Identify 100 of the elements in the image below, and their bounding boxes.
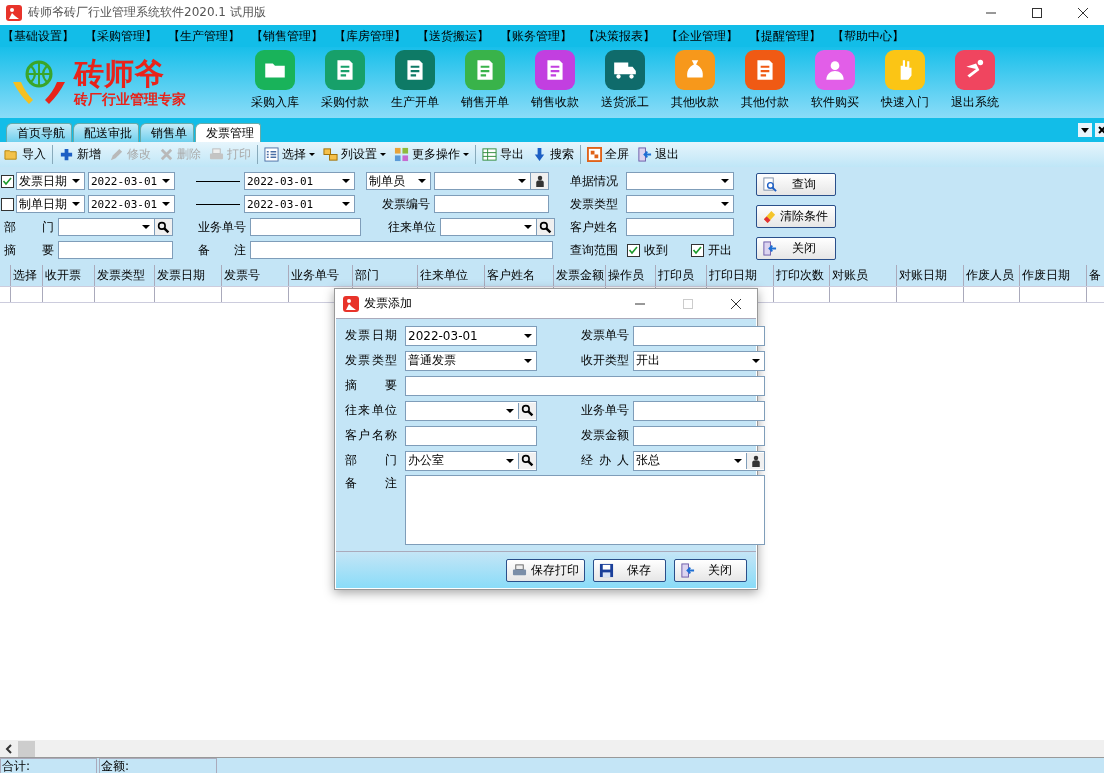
quick-action-button[interactable]: 其他收款 bbox=[660, 47, 730, 118]
tab[interactable]: 首页导航 bbox=[6, 123, 72, 142]
text-field[interactable] bbox=[405, 425, 537, 446]
checkbox[interactable] bbox=[691, 243, 704, 257]
toolbar-button[interactable]: 退出 bbox=[633, 146, 683, 163]
toolbar-button[interactable]: 新增 bbox=[55, 146, 105, 163]
action-button[interactable]: 查询 bbox=[756, 173, 836, 196]
invoice-number-field[interactable] bbox=[434, 195, 549, 213]
date-picker[interactable]: 2022-03-01 bbox=[244, 195, 355, 213]
column-header[interactable]: 选择 bbox=[11, 265, 43, 286]
column-header[interactable]: 发票日期 bbox=[155, 265, 222, 286]
column-header[interactable]: 发票类型 bbox=[95, 265, 155, 286]
menu-item[interactable]: 【送货搬运】 bbox=[417, 27, 489, 45]
date-picker[interactable]: 2022-03-01 bbox=[88, 195, 175, 213]
toolbar-button[interactable]: 选择 bbox=[260, 146, 319, 163]
toolbar-button[interactable]: 列设置 bbox=[319, 146, 390, 163]
maximize-icon[interactable] bbox=[1032, 7, 1042, 18]
menu-item[interactable]: 【决策报表】 bbox=[583, 27, 655, 45]
column-header[interactable]: 客户姓名 bbox=[485, 265, 554, 286]
column-header[interactable]: 对账员 bbox=[830, 265, 897, 286]
dropdown-arrow-icon[interactable] bbox=[721, 179, 729, 183]
column-header[interactable]: 发票号 bbox=[222, 265, 289, 286]
menu-item[interactable]: 【生产管理】 bbox=[168, 27, 240, 45]
dropdown-arrow-icon[interactable] bbox=[524, 358, 532, 363]
column-header[interactable]: 打印次数 bbox=[774, 265, 830, 286]
dropdown-arrow-icon[interactable] bbox=[506, 458, 514, 463]
dropdown-arrow-icon[interactable] bbox=[721, 202, 729, 206]
menu-item[interactable]: 【提醒管理】 bbox=[749, 27, 821, 45]
menu-item[interactable]: 【采购管理】 bbox=[85, 27, 157, 45]
column-header[interactable]: 备 bbox=[1087, 265, 1104, 286]
quick-action-button[interactable]: 软件购买 bbox=[800, 47, 870, 118]
text-field[interactable] bbox=[633, 325, 765, 346]
toolbar-button[interactable]: 导入 bbox=[0, 146, 50, 163]
column-header[interactable]: 收开票 bbox=[43, 265, 95, 286]
maker-combo[interactable] bbox=[434, 172, 549, 190]
dropdown-field[interactable]: 2022-03-01 bbox=[405, 325, 537, 346]
dropdown-arrow-icon[interactable] bbox=[752, 358, 760, 363]
dropdown-arrow-icon[interactable] bbox=[72, 179, 80, 183]
remark-area[interactable] bbox=[405, 475, 765, 545]
search-button[interactable] bbox=[536, 219, 554, 235]
date-picker[interactable]: 2022-03-01 bbox=[244, 172, 355, 190]
menu-item[interactable]: 【账务管理】 bbox=[500, 27, 572, 45]
quick-action-button[interactable]: 销售收款 bbox=[520, 47, 590, 118]
quick-action-button[interactable]: 其他付款 bbox=[730, 47, 800, 118]
quick-action-button[interactable]: 采购入库 bbox=[240, 47, 310, 118]
dialog-button[interactable]: 保存 bbox=[593, 558, 666, 582]
dropdown-arrow-icon[interactable] bbox=[342, 179, 350, 183]
column-header[interactable]: 打印日期 bbox=[707, 265, 774, 286]
customer-name-field[interactable] bbox=[626, 218, 734, 236]
dropdown-arrow-icon[interactable] bbox=[72, 202, 80, 206]
scrollbar-thumb[interactable] bbox=[18, 740, 35, 757]
dropdown-arrow-icon[interactable] bbox=[506, 408, 514, 413]
dropdown-arrow-icon[interactable] bbox=[524, 333, 532, 338]
person-button[interactable] bbox=[530, 173, 548, 189]
menu-item[interactable]: 【帮助中心】 bbox=[832, 27, 904, 45]
date-field-select[interactable]: 发票日期 bbox=[16, 172, 85, 190]
person-button[interactable] bbox=[746, 452, 764, 469]
checkbox[interactable] bbox=[627, 243, 640, 257]
quick-action-button[interactable]: 生产开单 bbox=[380, 47, 450, 118]
checkbox[interactable] bbox=[1, 197, 14, 211]
search-button[interactable] bbox=[154, 219, 172, 235]
dropdown-field[interactable]: 开出 bbox=[633, 350, 765, 371]
checkbox[interactable] bbox=[1, 174, 14, 188]
quick-action-button[interactable]: 销售开单 bbox=[450, 47, 520, 118]
text-field[interactable] bbox=[633, 425, 765, 446]
maker-select[interactable]: 制单员 bbox=[366, 172, 431, 190]
dropdown-arrow-icon[interactable] bbox=[418, 179, 426, 183]
scroll-left-icon[interactable] bbox=[5, 743, 13, 754]
dialog-button[interactable]: 保存打印 bbox=[506, 558, 585, 582]
menu-item[interactable]: 【企业管理】 bbox=[666, 27, 738, 45]
column-header[interactable]: 发票金额 bbox=[554, 265, 606, 286]
remark-field[interactable] bbox=[250, 241, 553, 259]
search-button[interactable] bbox=[518, 452, 536, 469]
column-header[interactable]: 打印员 bbox=[656, 265, 707, 286]
tab[interactable]: 配送审批 bbox=[73, 123, 139, 142]
toolbar-button[interactable]: 搜索 bbox=[528, 146, 578, 163]
quick-action-button[interactable]: 采购付款 bbox=[310, 47, 380, 118]
tab[interactable]: 发票管理 bbox=[195, 123, 261, 142]
date-field-select[interactable]: 制单日期 bbox=[16, 195, 85, 213]
action-button[interactable]: 清除条件 bbox=[756, 205, 836, 228]
action-button[interactable]: 关闭 bbox=[756, 237, 836, 260]
search-button[interactable] bbox=[518, 402, 536, 419]
toolbar-button[interactable]: 全屏 bbox=[583, 146, 633, 163]
combo-field[interactable] bbox=[405, 400, 537, 421]
dialog-button[interactable]: 关闭 bbox=[674, 558, 747, 582]
combo-field[interactable]: 办公室 bbox=[405, 450, 537, 471]
text-field[interactable] bbox=[633, 400, 765, 421]
menu-item[interactable]: 【销售管理】 bbox=[251, 27, 323, 45]
tab[interactable]: 销售单 bbox=[140, 123, 194, 142]
dropdown-arrow-icon[interactable] bbox=[734, 458, 742, 463]
dropdown-arrow-icon[interactable] bbox=[142, 225, 150, 229]
column-header[interactable]: 业务单号 bbox=[289, 265, 353, 286]
dropdown-arrow-icon[interactable] bbox=[518, 179, 526, 183]
column-header[interactable]: 作废日期 bbox=[1020, 265, 1087, 286]
summary-field[interactable] bbox=[58, 241, 173, 259]
date-picker[interactable]: 2022-03-01 bbox=[88, 172, 175, 190]
toolbar-button[interactable]: 更多操作 bbox=[390, 146, 473, 163]
column-header[interactable]: 作废人员 bbox=[964, 265, 1020, 286]
column-header[interactable]: 操作员 bbox=[606, 265, 656, 286]
quick-action-button[interactable]: 送货派工 bbox=[590, 47, 660, 118]
